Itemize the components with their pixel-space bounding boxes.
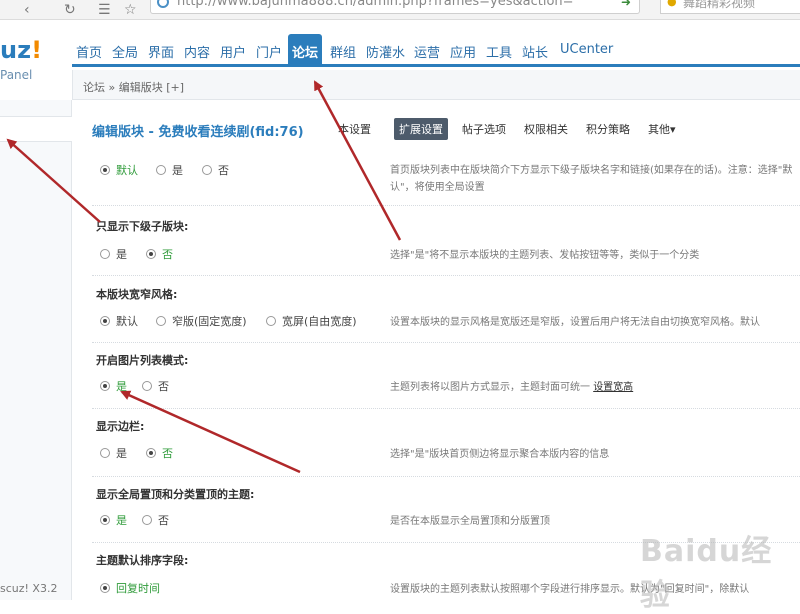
tab-group[interactable]: 群组 xyxy=(330,42,356,61)
tab-ucenter[interactable]: UCenter xyxy=(560,42,613,57)
setting-tip: 设置本版块的显示风格是宽版还是窄版，设置后用户将无法自由切换宽窄风格。默认 xyxy=(390,317,760,328)
tab-user[interactable]: 用户 xyxy=(220,42,246,61)
radio-option[interactable]: 是 xyxy=(100,445,127,461)
logo-subtitle: Panel xyxy=(0,68,33,82)
subtab-permissions[interactable]: 权限相关 xyxy=(524,121,568,137)
tab-home[interactable]: 首页 xyxy=(76,42,102,61)
setting-label: 显示边栏: xyxy=(96,420,145,433)
radio-option[interactable]: 是 xyxy=(100,378,127,394)
subtab-other[interactable]: 其他▾ xyxy=(648,121,676,137)
subtab-post-options[interactable]: 帖子选项 xyxy=(462,121,506,137)
subtab-credits[interactable]: 积分策略 xyxy=(586,121,630,137)
reading-list-icon[interactable]: ☰ xyxy=(98,2,111,18)
setting-tip: 首页版块列表中在版块简介下方显示下级子版块名字和链接(如果存在的话)。注意：选择… xyxy=(390,165,793,193)
setting-tip: 选择"是"将不显示本版块的主题列表、发帖按钮等等，类似于一个分类 xyxy=(390,250,700,261)
radio-option[interactable]: 否 xyxy=(202,162,229,178)
setting-tip-text: 主题列表将以图片方式显示，主题封面可统一 xyxy=(390,382,590,393)
sidebar-active-item[interactable] xyxy=(0,116,72,142)
subtab-basic[interactable]: 本设置 xyxy=(338,121,371,137)
divider xyxy=(92,275,800,276)
tab-apps[interactable]: 应用 xyxy=(450,42,476,61)
logo-brand-accent: ! xyxy=(31,36,43,64)
baidu-watermark: Baidu经验 xyxy=(640,506,800,613)
tab-global[interactable]: 全局 xyxy=(112,42,138,61)
tab-forum[interactable]: 论坛 xyxy=(288,34,323,67)
tab-webmaster[interactable]: 站长 xyxy=(522,42,548,61)
browser-toolbar: ‹ ↻ ☰ ☆ http://www.bajunma888.cn/admin.p… xyxy=(0,0,800,20)
setting-label: 只显示下级子版块: xyxy=(96,220,189,233)
radio-option[interactable]: 是 xyxy=(100,246,127,262)
left-sidebar: scuz! X3.2 xyxy=(0,100,72,600)
radio-option[interactable]: 回复时间 xyxy=(100,580,160,596)
radio-option[interactable]: 否 xyxy=(146,445,173,461)
radio-option[interactable]: 是 xyxy=(156,162,183,178)
set-size-link[interactable]: 设置宽高 xyxy=(593,382,633,393)
divider xyxy=(92,408,800,409)
refresh-icon[interactable]: ↻ xyxy=(64,2,76,18)
address-url: http://www.bajunma888.cn/admin.php?frame… xyxy=(177,0,574,9)
setting-tip: 选择"是"版块首页侧边将显示聚合本版内容的信息 xyxy=(390,449,610,460)
back-icon[interactable]: ‹ xyxy=(24,2,30,18)
breadcrumb: 论坛 » 编辑版块 [+] xyxy=(72,70,800,100)
radio-option[interactable]: 否 xyxy=(142,378,169,394)
discuz-logo: uz! Panel xyxy=(0,30,72,82)
divider xyxy=(92,342,800,343)
logo-brand-text: uz xyxy=(0,36,32,64)
divider xyxy=(92,205,800,206)
radio-option[interactable]: 是 xyxy=(100,512,127,528)
tab-operations[interactable]: 运营 xyxy=(414,42,440,61)
tab-portal[interactable]: 门户 xyxy=(256,42,282,61)
tab-anti-spam[interactable]: 防灌水 xyxy=(366,42,405,61)
radio-option[interactable]: 否 xyxy=(142,512,169,528)
radio-option[interactable]: 默认 xyxy=(100,162,138,178)
search-engine-icon: ● xyxy=(667,0,677,8)
setting-label: 本版块宽窄风格: xyxy=(96,288,178,301)
admin-top-nav: 首页 全局 界面 内容 用户 门户 论坛 群组 防灌水 运营 应用 工具 站长 … xyxy=(72,34,800,67)
tab-content[interactable]: 内容 xyxy=(184,42,210,61)
watermark-text: Baidu经验 xyxy=(640,534,773,613)
tab-tools[interactable]: 工具 xyxy=(486,42,512,61)
browser-search-box[interactable]: ● 舞蹈精彩视频 xyxy=(660,0,800,14)
go-arrow-icon[interactable]: ➜ xyxy=(621,0,631,9)
radio-option[interactable]: 窄版(固定宽度) xyxy=(156,313,247,329)
divider xyxy=(92,476,800,477)
address-bar[interactable]: http://www.bajunma888.cn/admin.php?frame… xyxy=(150,0,640,14)
radio-option[interactable]: 宽屏(自由宽度) xyxy=(266,313,357,329)
setting-label: 显示全局置顶和分类置顶的主题: xyxy=(96,488,255,501)
breadcrumb-text[interactable]: 论坛 » 编辑版块 [+] xyxy=(83,79,184,95)
subtab-extended[interactable]: 扩展设置 xyxy=(394,118,448,140)
setting-label: 开启图片列表模式: xyxy=(96,354,189,367)
setting-label: 主题默认排序字段: xyxy=(96,554,189,567)
setting-tip: 主题列表将以图片方式显示，主题封面可统一 设置宽高 xyxy=(390,379,800,396)
tab-interface[interactable]: 界面 xyxy=(148,42,174,61)
bookmark-star-icon[interactable]: ☆ xyxy=(124,2,137,18)
radio-option[interactable]: 否 xyxy=(146,246,173,262)
page-title: 编辑版块 - 免费收看连续剧(fid:76) xyxy=(92,125,304,140)
radio-option[interactable]: 默认 xyxy=(100,313,138,329)
site-identity-icon xyxy=(157,0,169,8)
version-label: scuz! X3.2 xyxy=(0,582,58,595)
search-text: 舞蹈精彩视频 xyxy=(683,0,756,10)
